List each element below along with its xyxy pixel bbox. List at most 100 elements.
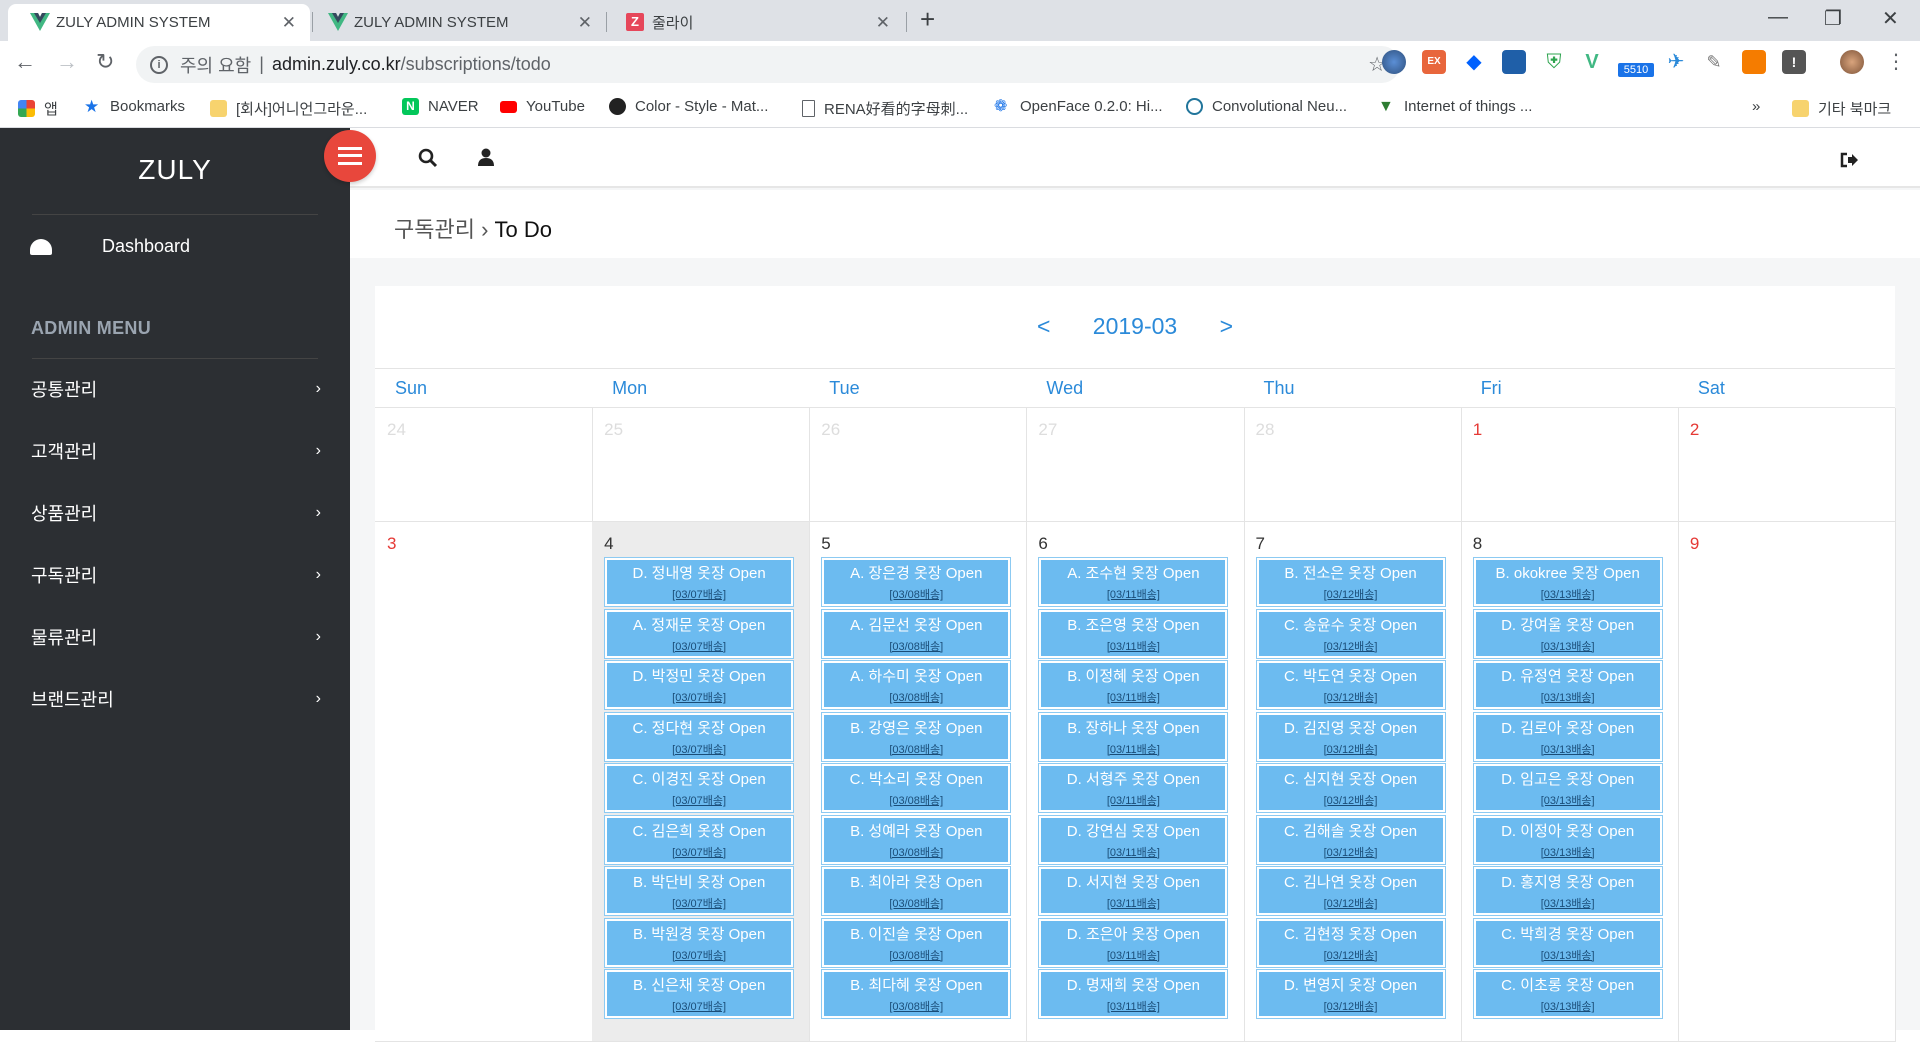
todo-event[interactable]: D. 명재희 옷장 Open [03/11배송] [1038,969,1229,1019]
sidebar-item-common[interactable]: 공통관리 › [31,374,321,404]
todo-event[interactable]: B. okokree 옷장 Open [03/13배송] [1472,557,1663,607]
event-delivery-link[interactable]: [03/13배송] [1476,689,1660,705]
todo-event[interactable]: B. 최아라 옷장 Open [03/08배송] [821,866,1012,916]
bookmarks-overflow-button[interactable]: » [1752,98,1760,115]
calendar-day-cell[interactable]: 3 [375,522,594,1042]
todo-event[interactable]: B. 신은채 옷장 Open [03/07배송] [604,969,795,1019]
event-delivery-link[interactable]: [03/08배송] [824,689,1008,705]
calendar-day-cell[interactable]: 6 A. 조수현 옷장 Open [03/11배송] B. 조은영 옷장 Open [0… [1026,522,1245,1042]
profile-avatar[interactable] [1840,50,1864,74]
user-icon[interactable] [478,148,494,166]
event-delivery-link[interactable]: [03/11배송] [1041,844,1225,860]
todo-event[interactable]: C. 박도연 옷장 Open [03/12배송] [1255,660,1446,710]
bookmark-apps[interactable]: 앱 [18,98,58,119]
event-delivery-link[interactable]: [03/13배송] [1476,586,1660,602]
sidebar-item-customers[interactable]: 고객관리 › [31,436,321,466]
calendar-day-cell[interactable]: 7 B. 전소은 옷장 Open [03/12배송] C. 송윤수 옷장 Open [0… [1243,522,1462,1042]
menu-toggle-button[interactable] [324,130,376,182]
event-delivery-link[interactable]: [03/07배송] [607,895,791,911]
forward-icon[interactable]: → [56,49,78,75]
todo-event[interactable]: B. 장하나 옷장 Open [03/11배송] [1038,711,1229,762]
todo-event[interactable]: B. 박단비 옷장 Open [03/07배송] [604,866,795,916]
todo-event[interactable]: B. 전소은 옷장 Open [03/12배송] [1255,557,1446,607]
todo-event[interactable]: B. 이정혜 옷장 Open [03/11배송] [1038,660,1229,710]
event-delivery-link[interactable]: [03/12배송] [1259,947,1443,963]
chart-extension-icon[interactable] [1742,50,1766,74]
todo-event[interactable]: D. 김진영 옷장 Open [03/12배송] [1255,711,1446,762]
prev-month-button[interactable]: < [1037,313,1050,339]
todo-event[interactable]: C. 박소리 옷장 Open [03/08배송] [821,763,1012,813]
bookmark-other[interactable]: 기타 북마크 [1792,98,1891,119]
todo-event[interactable]: D. 강연심 옷장 Open [03/11배송] [1038,814,1229,865]
event-delivery-link[interactable]: [03/13배송] [1476,792,1660,808]
bookmark-youtube[interactable]: YouTube [500,98,585,115]
todo-event[interactable]: C. 심지현 옷장 Open [03/12배송] [1255,763,1446,813]
info-extension-icon[interactable]: ! [1782,50,1806,74]
todo-event[interactable]: B. 이진솔 옷장 Open [03/08배송] [821,917,1012,968]
close-tab-icon[interactable]: ✕ [282,13,296,33]
event-delivery-link[interactable]: [03/07배송] [607,689,791,705]
todo-event[interactable]: D. 정내영 옷장 Open [03/07배송] [604,557,795,607]
event-delivery-link[interactable]: [03/11배송] [1041,792,1225,808]
bookmark-rena[interactable]: RENA好看的字母刺... [802,98,968,119]
todo-event[interactable]: A. 하수미 옷장 Open [03/08배송] [821,660,1012,710]
calendar-day-cell[interactable]: 9 [1677,522,1896,1042]
info-icon[interactable]: i [150,55,168,74]
event-delivery-link[interactable]: [03/08배송] [824,844,1008,860]
event-delivery-link[interactable]: [03/12배송] [1259,689,1443,705]
breadcrumb-parent[interactable]: 구독관리 [394,217,475,242]
calendar-day-cell[interactable]: 2 [1677,408,1896,522]
todo-event[interactable]: D. 서지현 옷장 Open [03/11배송] [1038,866,1229,916]
calendar-day-cell[interactable]: 8 B. okokree 옷장 Open [03/13배송] D. 강여울 옷장 Op… [1460,522,1679,1042]
event-delivery-link[interactable]: [03/08배송] [824,895,1008,911]
sidebar-item-logistics[interactable]: 물류관리 › [31,622,321,652]
todo-event[interactable]: B. 최다혜 옷장 Open [03/08배송] [821,969,1012,1019]
event-delivery-link[interactable]: [03/11배송] [1041,638,1225,654]
shield-extension-icon[interactable]: ⛨ [1542,50,1566,74]
address-bar[interactable]: i 주의 요함 | admin.zuly.co.kr/subscriptions… [136,46,1400,83]
event-delivery-link[interactable]: [03/12배송] [1259,638,1443,654]
close-window-icon[interactable]: ✕ [1882,6,1899,31]
event-delivery-link[interactable]: [03/07배송] [607,741,791,757]
todo-event[interactable]: B. 조은영 옷장 Open [03/11배송] [1038,608,1229,659]
todo-event[interactable]: C. 김해솔 옷장 Open [03/12배송] [1255,814,1446,865]
event-delivery-link[interactable]: [03/12배송] [1259,586,1443,602]
calendar-day-cell[interactable]: 1 [1460,408,1679,522]
event-delivery-link[interactable]: [03/08배송] [824,586,1008,602]
bookmark-onion[interactable]: [회사]어니언그라운... [210,98,367,119]
event-delivery-link[interactable]: [03/07배송] [607,638,791,654]
event-delivery-link[interactable]: [03/12배송] [1259,792,1443,808]
close-tab-icon[interactable]: ✕ [578,13,592,33]
todo-event[interactable]: D. 이정아 옷장 Open [03/13배송] [1472,814,1663,865]
next-month-button[interactable]: > [1220,313,1233,339]
chrome-menu-icon[interactable]: ⋮ [1886,49,1906,74]
bookmark-openface[interactable]: ❁ OpenFace 0.2.0: Hi... [994,98,1163,115]
todo-event[interactable]: D. 강여울 옷장 Open [03/13배송] [1472,608,1663,659]
event-delivery-link[interactable]: [03/11배송] [1041,689,1225,705]
event-delivery-link[interactable]: [03/08배송] [824,998,1008,1014]
todo-event[interactable]: C. 이경진 옷장 Open [03/07배송] [604,763,795,813]
event-delivery-link[interactable]: [03/13배송] [1476,741,1660,757]
todo-event[interactable]: B. 성예라 옷장 Open [03/08배송] [821,814,1012,865]
minimize-icon[interactable]: — [1768,6,1788,29]
todo-event[interactable]: B. 강영은 옷장 Open [03/08배송] [821,711,1012,762]
event-delivery-link[interactable]: [03/13배송] [1476,895,1660,911]
event-delivery-link[interactable]: [03/12배송] [1259,998,1443,1014]
calendar-day-cell[interactable]: 24 [375,408,594,522]
event-delivery-link[interactable]: [03/13배송] [1476,844,1660,860]
sidebar-item-dashboard[interactable]: Dashboard [30,236,190,257]
tool-extension-icon[interactable]: ✎ [1702,50,1726,74]
browser-tab-3[interactable]: Z 줄라이 ✕ [604,4,904,41]
search-icon[interactable] [418,148,438,168]
todo-event[interactable]: D. 김로아 옷장 Open [03/13배송] [1472,711,1663,762]
todo-event[interactable]: D. 유정연 옷장 Open [03/13배송] [1472,660,1663,710]
event-delivery-link[interactable]: [03/11배송] [1041,586,1225,602]
todo-event[interactable]: D. 서형주 옷장 Open [03/11배송] [1038,763,1229,813]
calendar-day-cell[interactable]: 26 [809,408,1028,522]
event-delivery-link[interactable]: [03/07배송] [607,844,791,860]
sidebar-item-products[interactable]: 상품관리 › [31,498,321,528]
restore-icon[interactable]: ❐ [1824,6,1842,31]
todo-event[interactable]: D. 변영지 옷장 Open [03/12배송] [1255,969,1446,1019]
todo-event[interactable]: C. 정다현 옷장 Open [03/07배송] [604,711,795,762]
globe-extension-icon[interactable] [1382,50,1406,74]
